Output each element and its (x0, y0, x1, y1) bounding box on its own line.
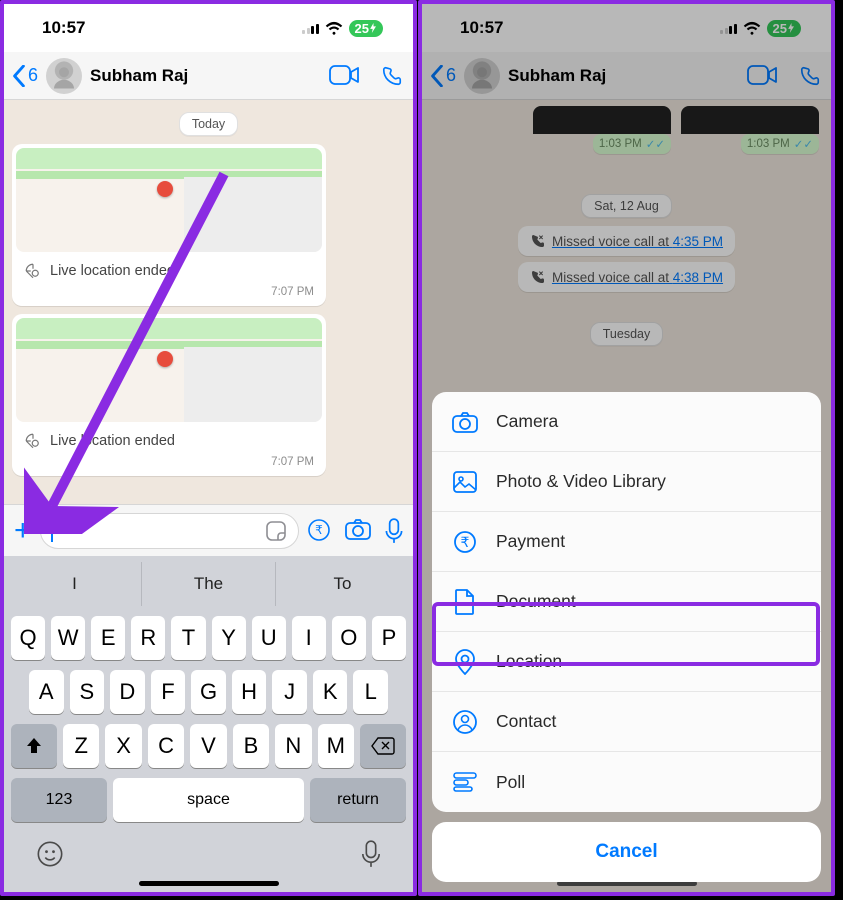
sheet-label: Location (496, 651, 562, 672)
sheet-label: Contact (496, 711, 556, 732)
cancel-button[interactable]: Cancel (432, 822, 821, 882)
key-e[interactable]: E (91, 616, 125, 660)
sheet-item-location[interactable]: Location (432, 632, 821, 692)
video-call-icon[interactable] (329, 65, 359, 85)
contact-name[interactable]: Subham Raj (90, 66, 321, 86)
input-toolbar: + ₹ (4, 504, 413, 556)
key-i[interactable]: I (292, 616, 326, 660)
date-separator: Today (179, 112, 238, 136)
key-x[interactable]: X (105, 724, 141, 768)
sticker-icon[interactable] (264, 519, 288, 543)
home-indicator[interactable] (139, 881, 279, 886)
live-location-icon (24, 432, 42, 450)
key-c[interactable]: C (148, 724, 184, 768)
key-backspace[interactable] (360, 724, 406, 768)
dictation-icon[interactable] (361, 840, 381, 868)
phone-right: 10:57 25 6 Subham Raj 1:03 PM✓✓ 1:03 PM✓… (418, 0, 835, 896)
message-bubble[interactable]: Live location ended 7:07 PM (12, 314, 326, 476)
sheet-label: Poll (496, 772, 525, 793)
key-v[interactable]: V (190, 724, 226, 768)
prediction[interactable]: I (8, 562, 141, 606)
key-j[interactable]: J (272, 670, 307, 714)
map-thumbnail (16, 148, 322, 252)
sheet-item-photo[interactable]: Photo & Video Library (432, 452, 821, 512)
message-time: 7:07 PM (16, 286, 322, 302)
sheet-item-document[interactable]: Document (432, 572, 821, 632)
attach-button[interactable]: + (14, 516, 32, 546)
prediction-bar: I The To (8, 562, 409, 606)
status-right: 25 (302, 20, 383, 37)
chat-area[interactable]: Today Live location ended 7:07 PM Live l… (4, 100, 413, 504)
chat-header: 6 Subham Raj (4, 52, 413, 100)
action-sheet: Camera Photo & Video Library ₹ Payment D… (432, 392, 821, 882)
key-g[interactable]: G (191, 670, 226, 714)
key-h[interactable]: H (232, 670, 267, 714)
key-f[interactable]: F (151, 670, 186, 714)
back-button[interactable]: 6 (12, 65, 38, 87)
message-input[interactable] (40, 513, 299, 549)
message-bubble[interactable]: Live location ended 7:07 PM (12, 144, 326, 306)
live-location-icon (24, 262, 42, 280)
key-k[interactable]: K (313, 670, 348, 714)
key-d[interactable]: D (110, 670, 145, 714)
image-icon (452, 471, 478, 493)
key-y[interactable]: Y (212, 616, 246, 660)
rupee-icon: ₹ (452, 530, 478, 554)
key-numeric[interactable]: 123 (11, 778, 107, 822)
message-text: Live location ended (50, 433, 175, 449)
key-m[interactable]: M (318, 724, 354, 768)
prediction[interactable]: To (276, 562, 409, 606)
sheet-item-camera[interactable]: Camera (432, 392, 821, 452)
payment-icon[interactable]: ₹ (307, 518, 331, 542)
key-q[interactable]: Q (11, 616, 45, 660)
key-p[interactable]: P (372, 616, 406, 660)
key-return[interactable]: return (310, 778, 406, 822)
key-z[interactable]: Z (63, 724, 99, 768)
key-space[interactable]: space (113, 778, 304, 822)
back-count: 6 (28, 65, 38, 86)
message-text: Live location ended (50, 263, 175, 279)
camera-icon[interactable] (345, 518, 371, 540)
key-r[interactable]: R (131, 616, 165, 660)
key-u[interactable]: U (252, 616, 286, 660)
message-time: 7:07 PM (16, 456, 322, 472)
document-icon (452, 589, 478, 615)
key-s[interactable]: S (70, 670, 105, 714)
battery-indicator: 25 (349, 20, 383, 37)
phone-call-icon[interactable] (381, 65, 403, 87)
text-cursor (51, 520, 53, 542)
svg-text:₹: ₹ (315, 523, 323, 537)
prediction[interactable]: The (141, 562, 276, 606)
status-bar: 10:57 25 (4, 4, 413, 52)
key-l[interactable]: L (353, 670, 388, 714)
cellular-icon (302, 22, 319, 34)
emoji-icon[interactable] (36, 840, 64, 868)
key-a[interactable]: A (29, 670, 64, 714)
camera-icon (452, 411, 478, 433)
key-n[interactable]: N (275, 724, 311, 768)
location-pin-icon (452, 649, 478, 675)
key-w[interactable]: W (51, 616, 85, 660)
keyboard: I The To Q W E R T Y U I O P A S D F G H… (4, 556, 413, 896)
poll-icon (452, 772, 478, 792)
contact-icon (452, 710, 478, 734)
sheet-label: Camera (496, 411, 558, 432)
sheet-label: Document (496, 591, 576, 612)
status-time: 10:57 (42, 18, 85, 38)
sheet-label: Payment (496, 531, 565, 552)
sheet-item-contact[interactable]: Contact (432, 692, 821, 752)
avatar[interactable] (46, 58, 82, 94)
sheet-item-payment[interactable]: ₹ Payment (432, 512, 821, 572)
sheet-item-poll[interactable]: Poll (432, 752, 821, 812)
svg-text:₹: ₹ (461, 534, 470, 550)
key-shift[interactable] (11, 724, 57, 768)
mic-icon[interactable] (385, 518, 403, 544)
sheet-label: Photo & Video Library (496, 471, 666, 492)
key-o[interactable]: O (332, 616, 366, 660)
key-t[interactable]: T (171, 616, 205, 660)
key-b[interactable]: B (233, 724, 269, 768)
phone-left: 10:57 25 6 Subham Raj Today Live locatio… (0, 0, 417, 896)
map-thumbnail (16, 318, 322, 422)
wifi-icon (325, 21, 343, 35)
